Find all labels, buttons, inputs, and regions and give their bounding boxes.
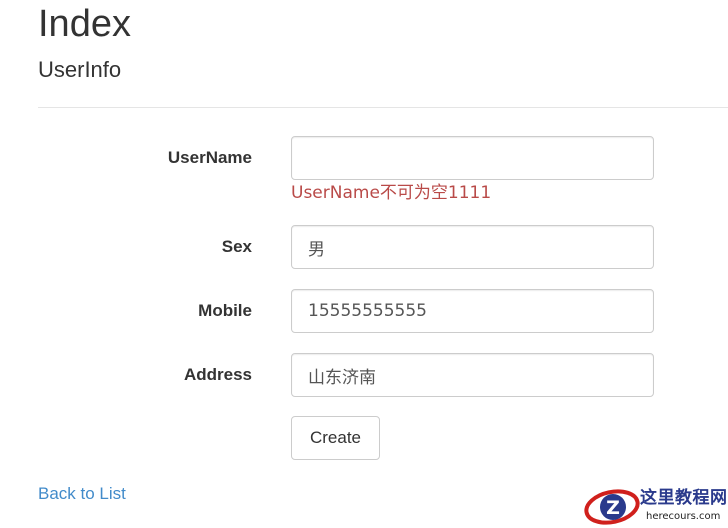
form-row-username: UserName — [0, 136, 728, 180]
form-row-sex: Sex — [0, 225, 728, 269]
site-watermark: Z 这里教程网 herecours.com — [582, 486, 728, 528]
divider — [38, 107, 728, 108]
site-name: 这里教程网 — [640, 488, 728, 508]
site-logo-letter: Z — [606, 497, 620, 519]
username-error-message: UserName不可为空1111 — [291, 183, 492, 203]
site-logo-icon: Z — [584, 489, 640, 525]
sex-input[interactable] — [291, 225, 654, 269]
page-title: Index — [38, 3, 131, 45]
username-input[interactable] — [291, 136, 654, 180]
form-row-mobile: Mobile — [0, 289, 728, 333]
mobile-label: Mobile — [198, 301, 252, 320]
sex-label: Sex — [221, 237, 252, 256]
form-row-address: Address — [0, 353, 728, 397]
back-to-list-link[interactable]: Back to List — [38, 482, 126, 506]
page-subtitle: UserInfo — [38, 57, 122, 82]
username-label: UserName — [167, 148, 252, 167]
create-button[interactable]: Create — [291, 416, 380, 460]
site-url: herecours.com — [646, 511, 721, 522]
address-label: Address — [183, 365, 252, 384]
mobile-input[interactable] — [291, 289, 654, 333]
address-input[interactable] — [291, 353, 654, 397]
